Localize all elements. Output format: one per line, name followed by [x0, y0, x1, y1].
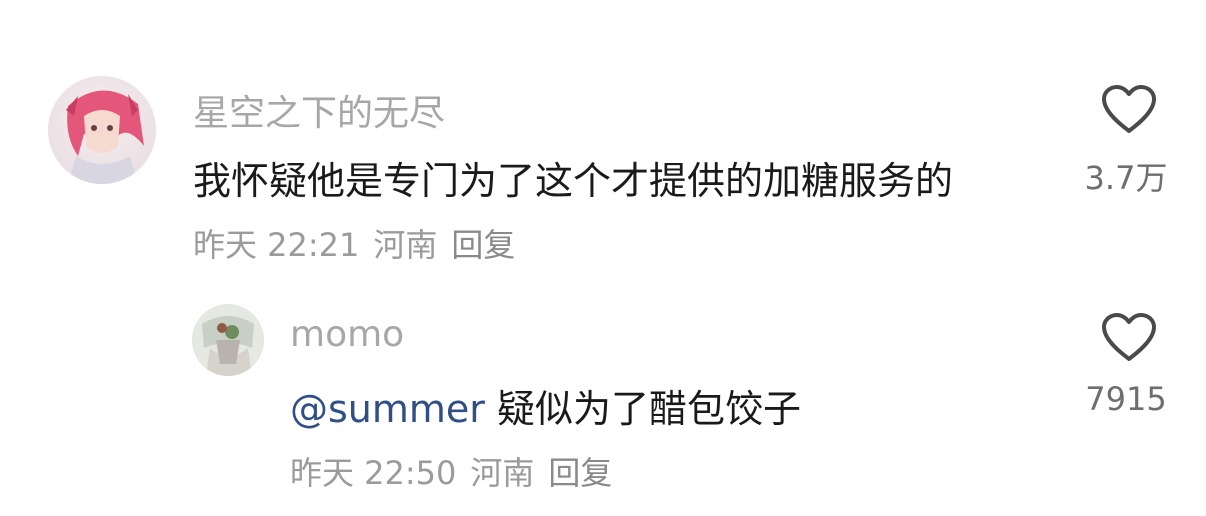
- like-count: 3.7万: [1084, 159, 1168, 197]
- comment-time: 昨天 22:21: [193, 226, 360, 264]
- heart-icon[interactable]: [1100, 312, 1158, 362]
- username[interactable]: momo: [290, 314, 404, 355]
- reply-text[interactable]: @summer 疑似为了醋包饺子: [290, 378, 801, 433]
- anime-avatar-icon: [48, 76, 156, 184]
- comment-meta: 昨天 22:50 河南 回复: [290, 448, 612, 494]
- reply-button[interactable]: 回复: [548, 448, 612, 494]
- user-avatar[interactable]: [48, 76, 156, 184]
- comment-location: 河南: [373, 226, 438, 264]
- reply-item: momo @summer 疑似为了醋包饺子 昨天 22:50 河南 回复 791…: [0, 280, 1206, 516]
- reply-button[interactable]: 回复: [451, 220, 515, 266]
- like-count: 7915: [1085, 380, 1167, 418]
- comment-time: 昨天 22:50: [290, 454, 457, 492]
- comment-item: 星空之下的无尽 我怀疑他是专门为了这个才提供的加糖服务的 昨天 22:21 河南…: [0, 0, 1206, 280]
- mention-link[interactable]: @summer: [290, 387, 485, 431]
- comment-meta: 昨天 22:21 河南 回复: [193, 220, 515, 266]
- comment-location: 河南: [470, 454, 535, 492]
- heart-icon[interactable]: [1100, 84, 1158, 134]
- user-avatar[interactable]: [192, 304, 264, 376]
- comment-text[interactable]: 我怀疑他是专门为了这个才提供的加糖服务的: [193, 150, 953, 205]
- reply-body: 疑似为了醋包饺子: [484, 387, 802, 431]
- illustration-avatar-icon: [192, 304, 264, 376]
- username[interactable]: 星空之下的无尽: [193, 84, 445, 136]
